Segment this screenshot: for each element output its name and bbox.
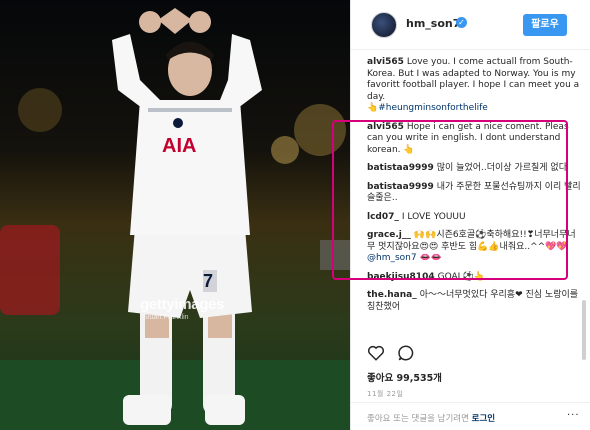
post-username[interactable]: hm_son7 [406,17,460,30]
post-header: hm_son7 ✓ 팔로우 [351,0,590,50]
comment-username[interactable]: lcd07_ [367,212,399,222]
comment-text: 많이 늘었어..더이상 가르칠게 없다 [436,163,567,173]
comment-item: batistaa9999 많이 늘었어..더이상 가르칠게 없다 [367,163,582,175]
post-side-panel: hm_son7 ✓ 팔로우 alvi565 Love you. I come ac… [350,0,590,430]
comment-username[interactable]: baekjisu8104 [367,272,435,282]
avatar[interactable] [371,12,397,38]
jersey-sponsor: AIA [162,135,197,157]
comment-item: alvi565 Hope i can get a nice coment. Ple… [367,122,582,157]
hashtag-link[interactable]: 👆#heungminsonforthelife [367,103,488,113]
post-date: 11월 22일 [367,390,404,398]
photo-credit: Stuart Franklin [143,314,189,321]
comment-item: the.hana_ 아〜〜너무멋있다 우리흥❤ 진심 노랑이를 칭찬했어 [367,290,582,313]
comment-username[interactable]: batistaa9999 [367,182,434,192]
comment-username[interactable]: alvi565 [367,57,404,67]
likes-count[interactable]: 좋아요 99,535개 [367,370,442,384]
comment-username[interactable]: alvi565 [367,122,404,132]
comment-item: alvi565 Love you. I come actuall from Sou… [367,57,582,115]
post-photo: AIA 7 gettyimages Stuart Franklin [0,0,350,430]
heart-icon[interactable] [367,344,385,362]
login-link[interactable]: 로그인 [472,414,495,424]
login-prompt-row: 좋아요 또는 댓글을 남기려면 로그인 [367,412,495,424]
comment-item: lcd07_ I LOVE YOUUU [367,212,582,224]
mention-link[interactable]: @hm_son7 👄👄 [367,253,442,263]
more-options-icon[interactable]: ··· [567,410,580,421]
comment-item: baekjisu8104 GOAL⚽👆 [367,272,582,284]
jersey-number: 7 [203,271,214,291]
divider [351,402,590,403]
comment-username[interactable]: batistaa9999 [367,163,434,173]
comment-username[interactable]: the.hana_ [367,290,417,300]
comment-text: GOAL⚽👆 [437,271,486,282]
getty-watermark: gettyimages [140,296,225,313]
comment-icon[interactable] [397,344,415,362]
scrollbar[interactable] [582,300,586,360]
follow-button[interactable]: 팔로우 [523,14,567,36]
login-prompt-text: 좋아요 또는 댓글을 남기려면 [367,414,469,424]
comment-text: I LOVE YOUUU [401,211,466,222]
comment-item: batistaa9999 내가 주문한 포물선슈팅까지 이리 빨리슬줄은.. [367,182,582,205]
player-illustration [0,8,350,430]
comment-list: alvi565 Love you. I come actuall from Sou… [367,57,582,320]
comment-item: grace.j__ 🙌🙌시즌6호골⚽축하해요!!❣너무너무너무 멋지잖아요😍😍 후… [367,230,582,265]
comment-username[interactable]: grace.j__ [367,230,411,240]
verified-badge-icon: ✓ [456,17,467,28]
